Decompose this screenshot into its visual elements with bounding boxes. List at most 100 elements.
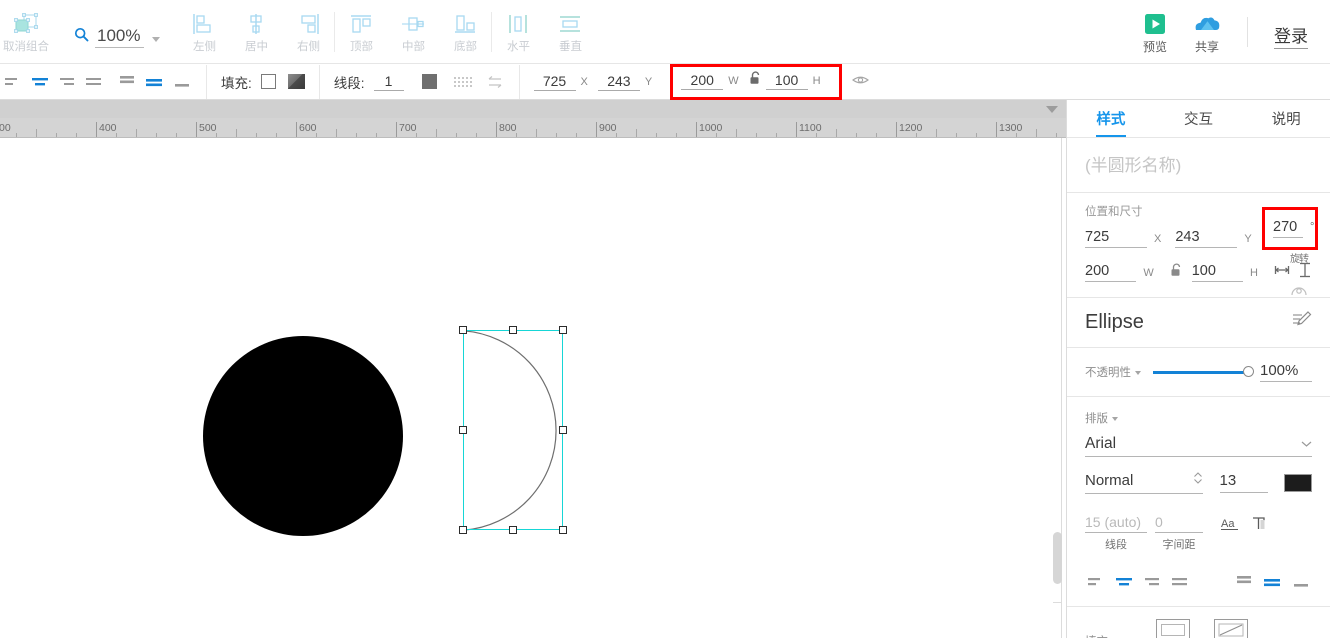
share-button[interactable]: 共享 <box>1181 0 1233 62</box>
fill-color-icon <box>1156 619 1190 638</box>
font-size-input[interactable]: 13 <box>1219 472 1268 493</box>
text-align-center-icon[interactable] <box>29 72 51 92</box>
typography-label[interactable]: 排版 <box>1085 413 1118 425</box>
font-style-select[interactable]: Normal <box>1085 471 1203 494</box>
resize-handle-bottom-right[interactable] <box>559 526 567 534</box>
resize-handle-bottom-center[interactable] <box>509 526 517 534</box>
filled-circle-shape[interactable] <box>203 336 403 536</box>
panel-align-justify-icon[interactable] <box>1169 572 1191 592</box>
resize-handle-bottom-left[interactable] <box>459 526 467 534</box>
align-left-button[interactable]: 左侧 <box>178 0 230 62</box>
align-right-button[interactable]: 右侧 <box>282 0 334 62</box>
line-height-input[interactable]: 15 (auto) <box>1085 514 1147 533</box>
resize-handle-top-center[interactable] <box>509 326 517 334</box>
tab-interaction[interactable]: 交互 <box>1155 100 1243 137</box>
fill-section-label[interactable]: 填充 <box>1085 633 1118 638</box>
y-position-input[interactable]: 243 <box>597 73 640 91</box>
svg-text:Aa: Aa <box>1221 518 1235 530</box>
play-icon <box>1142 9 1168 39</box>
align-top-button[interactable]: 顶部 <box>335 0 387 62</box>
toolbar-right-group: 预览 共享 登录 <box>1129 0 1330 64</box>
line-dash-style-icon[interactable] <box>453 75 473 89</box>
align-bottom-button[interactable]: 底部 <box>439 0 491 62</box>
opacity-row: 不透明性 100% <box>1085 362 1312 382</box>
text-shadow-icon[interactable] <box>1251 516 1267 538</box>
rotation-label: 旋转 <box>1290 254 1309 265</box>
panel-align-center-icon[interactable] <box>1113 572 1135 592</box>
opacity-slider-knob[interactable] <box>1243 366 1254 377</box>
text-case-icon[interactable]: Aa <box>1221 516 1241 538</box>
panel-valign-top-icon[interactable] <box>1233 572 1255 592</box>
preview-button[interactable]: 预览 <box>1129 0 1181 62</box>
valign-top-icon[interactable] <box>116 72 138 92</box>
ungroup-label: 取消组合 <box>3 41 49 53</box>
valign-bottom-icon[interactable] <box>170 72 192 92</box>
distribute-horizontal-button[interactable]: 水平 <box>492 0 544 62</box>
horizontal-ruler[interactable]: 00 400 500 600 700 800 900 1000 1100 1200 1300 <box>0 100 1066 138</box>
rotation-input[interactable]: 270 <box>1273 219 1303 238</box>
ruler-minor-tick <box>436 129 437 137</box>
selection-bounding-box <box>459 326 567 534</box>
edit-shape-icon[interactable] <box>1292 310 1312 335</box>
fill-gradient-swatch[interactable] <box>287 74 305 89</box>
align-center-horizontal-icon <box>242 9 270 39</box>
rotation-knob-icon[interactable] <box>1290 283 1307 299</box>
panel-width-input[interactable]: 200 <box>1085 263 1137 282</box>
chevron-down-icon[interactable] <box>152 36 161 42</box>
panel-align-left-icon[interactable] <box>1085 572 1107 592</box>
resize-handle-top-left[interactable] <box>459 326 467 334</box>
opacity-value-input[interactable]: 100% <box>1260 362 1312 382</box>
line-arrow-style-icon[interactable] <box>485 75 505 89</box>
fill-image-button[interactable]: 图片 <box>1214 619 1248 638</box>
text-align-right-icon[interactable] <box>56 72 78 92</box>
line-width-input[interactable]: 1 <box>373 73 404 91</box>
canvas-vertical-scrollbar-thumb[interactable] <box>1053 532 1062 584</box>
font-color-swatch[interactable] <box>1284 473 1312 492</box>
ruler-minor-tick <box>1036 129 1037 137</box>
fill-none-swatch[interactable] <box>260 74 276 89</box>
y-unit-label: Y <box>644 75 653 88</box>
canvas-vertical-scrollbar-track[interactable] <box>1053 138 1062 638</box>
tab-description[interactable]: 说明 <box>1242 100 1330 137</box>
align-center-horizontal-button[interactable]: 居中 <box>230 0 282 62</box>
fit-width-icon[interactable] <box>1274 263 1290 282</box>
panel-lock-aspect-icon[interactable] <box>1170 263 1183 283</box>
x-position-input[interactable]: 725 <box>533 73 576 91</box>
panel-y-input[interactable]: 243 <box>1175 229 1238 248</box>
ungroup-button[interactable]: 取消组合 <box>0 0 52 62</box>
panel-x-input[interactable]: 725 <box>1085 229 1147 248</box>
font-family-select[interactable]: Arial <box>1085 435 1312 457</box>
fill-color-button[interactable]: 颜色 <box>1156 619 1190 638</box>
resize-handle-middle-left[interactable] <box>459 426 467 434</box>
distribute-vertical-button[interactable]: 垂直 <box>544 0 596 62</box>
design-canvas[interactable] <box>0 138 1066 638</box>
valign-middle-icon[interactable] <box>143 72 165 92</box>
width-input[interactable]: 200 <box>681 72 724 90</box>
height-input[interactable]: 100 <box>765 72 808 90</box>
panel-valign-bottom-icon[interactable] <box>1289 572 1311 592</box>
opacity-label[interactable]: 不透明性 <box>1085 364 1141 380</box>
ruler-minor-tick <box>836 129 837 137</box>
visibility-eye-icon[interactable] <box>851 73 869 91</box>
align-middle-button[interactable]: 中部 <box>387 0 439 62</box>
fill-section: 填充 颜色 图片 <box>1067 606 1330 638</box>
opacity-slider[interactable] <box>1153 366 1254 377</box>
zoom-value[interactable]: 100% <box>95 26 145 48</box>
panel-align-right-icon[interactable] <box>1141 572 1163 592</box>
letter-spacing-input[interactable]: 0 <box>1155 514 1203 533</box>
panel-valign-middle-icon[interactable] <box>1261 572 1283 592</box>
panel-height-input[interactable]: 100 <box>1191 263 1244 282</box>
text-align-left-icon[interactable] <box>2 72 24 92</box>
shape-name-input[interactable]: (半圆形名称) <box>1085 144 1312 184</box>
resize-handle-top-right[interactable] <box>559 326 567 334</box>
zoom-control[interactable]: 100% <box>74 0 161 62</box>
opacity-section: 不透明性 100% <box>1067 348 1330 397</box>
resize-handle-middle-right[interactable] <box>559 426 567 434</box>
login-button[interactable]: 登录 <box>1274 22 1308 49</box>
text-align-justify-icon[interactable] <box>83 72 105 92</box>
fit-height-icon[interactable] <box>1298 262 1312 283</box>
lock-aspect-ratio-icon[interactable] <box>749 70 762 91</box>
line-color-swatch[interactable] <box>421 74 437 89</box>
tab-style[interactable]: 样式 <box>1067 100 1155 137</box>
ruler-collapse-caret-icon[interactable] <box>1046 106 1058 113</box>
